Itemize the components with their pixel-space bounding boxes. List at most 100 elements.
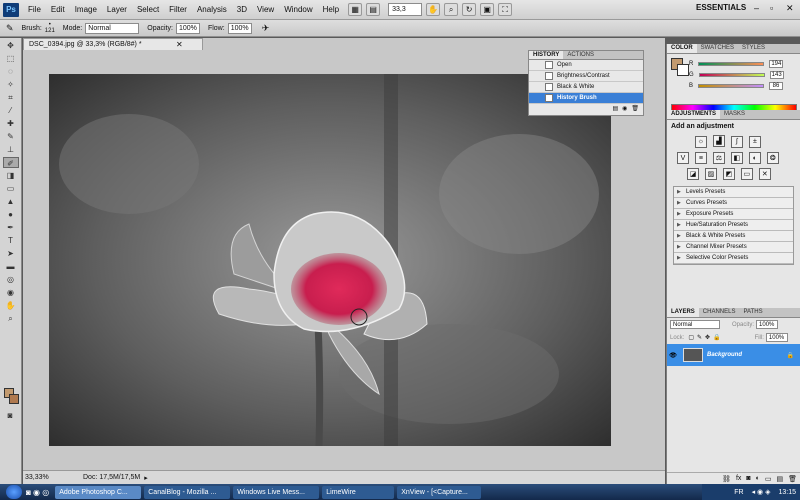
rotate-view-icon[interactable]: ↻: [462, 3, 477, 16]
hue-saturation-icon[interactable]: ≡: [694, 152, 707, 164]
marquee-tool-icon[interactable]: ⬚: [3, 53, 19, 64]
snapshot-icon[interactable]: ◉: [622, 105, 627, 112]
zoom-status[interactable]: 33,33%: [23, 474, 53, 481]
color-panel-bg-swatch[interactable]: [677, 64, 689, 76]
threshold-icon[interactable]: ◩: [722, 168, 735, 180]
mode-select[interactable]: Normal: [85, 22, 140, 34]
add-mask-icon[interactable]: ◙: [746, 475, 750, 482]
arrange-documents-icon[interactable]: ▣: [480, 3, 495, 16]
hand-icon[interactable]: ✋: [3, 300, 19, 311]
curves-icon[interactable]: ∫: [730, 135, 743, 148]
selective-color-icon[interactable]: ✕: [758, 168, 771, 180]
background-color-swatch[interactable]: [9, 394, 19, 404]
minibridge-icon[interactable]: ▤: [366, 3, 381, 16]
preset-item[interactable]: Selective Color Presets: [674, 253, 793, 264]
history-brush-tool-icon[interactable]: ✎: [6, 23, 14, 34]
airbrush-icon[interactable]: ✈: [262, 23, 270, 34]
brightness-icon[interactable]: ☼: [695, 135, 707, 148]
hand-tool-icon[interactable]: ✋: [426, 3, 441, 16]
history-item[interactable]: Black & White: [529, 82, 643, 93]
tab-layers[interactable]: LAYERS: [667, 308, 699, 317]
history-brush-icon[interactable]: ✐: [2, 157, 19, 168]
tab-swatches[interactable]: SWATCHES: [697, 44, 738, 53]
taskbar-item-limewire[interactable]: LimeWire: [322, 485, 395, 499]
lock-pixels-icon[interactable]: ▢: [688, 334, 694, 341]
menu-help[interactable]: Help: [318, 0, 344, 20]
workspace-switcher[interactable]: ESSENTIALS: [696, 3, 746, 12]
pen-icon[interactable]: ✒: [3, 222, 19, 233]
history-item-selected[interactable]: History Brush: [529, 93, 643, 104]
close-icon[interactable]: ✕: [786, 3, 794, 14]
taskbar-item-messenger[interactable]: Windows Live Mess...: [233, 485, 320, 499]
menu-analysis[interactable]: Analysis: [192, 0, 232, 20]
flow-field[interactable]: 100%: [227, 22, 252, 34]
preset-item[interactable]: Curves Presets: [674, 198, 793, 209]
red-slider[interactable]: [698, 61, 765, 66]
new-layer-icon[interactable]: ▤: [776, 475, 783, 483]
trash-icon[interactable]: 🗑: [631, 105, 639, 112]
crop-tool-icon[interactable]: ⌗: [3, 92, 19, 103]
visibility-eye-icon[interactable]: 👁: [667, 352, 679, 359]
black-white-icon[interactable]: ◧: [730, 151, 743, 164]
blend-mode-select[interactable]: Normal: [670, 320, 720, 329]
green-slider[interactable]: [698, 72, 765, 77]
menu-window[interactable]: Window: [279, 0, 317, 20]
3d-rotate-icon[interactable]: ◎: [3, 274, 19, 285]
healing-brush-icon[interactable]: ✚: [3, 118, 19, 129]
minimize-icon[interactable]: –: [754, 3, 759, 13]
lock-image-icon[interactable]: ✎: [697, 334, 702, 341]
quick-mask-icon[interactable]: ◙: [2, 410, 18, 421]
zoom-tool-icon[interactable]: ⌕: [444, 3, 459, 16]
new-adjustment-icon[interactable]: ◐: [756, 475, 760, 482]
history-item[interactable]: Brightness/Contrast: [529, 71, 643, 82]
tab-color[interactable]: COLOR: [667, 44, 697, 53]
photo-filter-icon[interactable]: ◐: [748, 152, 761, 164]
blur-icon[interactable]: ▲: [3, 196, 19, 207]
close-document-icon[interactable]: ✕: [176, 39, 183, 50]
taskbar-item-photoshop[interactable]: Adobe Photoshop C...: [55, 485, 142, 499]
green-value[interactable]: 143: [769, 70, 784, 79]
path-selection-icon[interactable]: ➤: [3, 248, 19, 259]
preset-item[interactable]: Channel Mixer Presets: [674, 242, 793, 253]
document-tab[interactable]: DSC_0394.jpg @ 33,3% (RGB/8#) * ✕: [23, 38, 203, 50]
brush-picker[interactable]: • 121: [45, 22, 55, 34]
vibrance-icon[interactable]: V: [677, 152, 689, 164]
tray-icons[interactable]: ◂ ◉ ◈: [752, 488, 771, 496]
dodge-icon[interactable]: ●: [3, 209, 19, 220]
clock[interactable]: 13:15: [778, 489, 796, 496]
opacity-field[interactable]: 100%: [175, 22, 200, 34]
fill-field[interactable]: 100%: [765, 333, 788, 342]
status-menu-arrow-icon[interactable]: ▸: [144, 474, 148, 482]
quick-selection-icon[interactable]: ✧: [3, 79, 19, 90]
channel-mixer-icon[interactable]: ❂: [766, 151, 779, 164]
clone-stamp-icon[interactable]: ⊥: [3, 144, 19, 155]
menu-file[interactable]: File: [23, 0, 46, 20]
lock-all-icon[interactable]: 🔒: [713, 334, 720, 341]
levels-icon[interactable]: ▟: [712, 135, 725, 147]
layer-row-background[interactable]: 👁 Background 🔒: [667, 344, 800, 366]
layer-name[interactable]: Background: [707, 352, 742, 358]
tab-styles[interactable]: STYLES: [738, 44, 769, 53]
preset-item[interactable]: Hue/Saturation Presets: [674, 220, 793, 231]
gradient-icon[interactable]: ▭: [3, 183, 19, 194]
menu-edit[interactable]: Edit: [46, 0, 70, 20]
new-group-icon[interactable]: ▭: [765, 475, 772, 483]
taskbar-item-firefox[interactable]: CanalBlog - Mozilla ...: [144, 485, 231, 499]
menu-select[interactable]: Select: [132, 0, 164, 20]
bridge-icon[interactable]: ▦: [348, 3, 363, 16]
layer-style-icon[interactable]: fx: [736, 475, 741, 482]
maximize-icon[interactable]: ▫: [770, 3, 773, 13]
tab-history[interactable]: HISTORY: [529, 51, 564, 59]
lock-position-icon[interactable]: ✥: [705, 334, 710, 341]
red-value[interactable]: 194: [769, 59, 784, 68]
blue-slider[interactable]: [698, 83, 765, 88]
menu-layer[interactable]: Layer: [102, 0, 132, 20]
tab-masks[interactable]: MASKS: [720, 110, 749, 119]
color-balance-icon[interactable]: ⚖: [712, 151, 725, 164]
tab-paths[interactable]: PATHS: [739, 308, 766, 317]
invert-icon[interactable]: ◪: [687, 168, 699, 180]
menu-filter[interactable]: Filter: [164, 0, 192, 20]
screen-mode-icon[interactable]: ⛶: [498, 3, 513, 16]
start-button[interactable]: [6, 485, 22, 499]
image-canvas[interactable]: [49, 74, 611, 446]
